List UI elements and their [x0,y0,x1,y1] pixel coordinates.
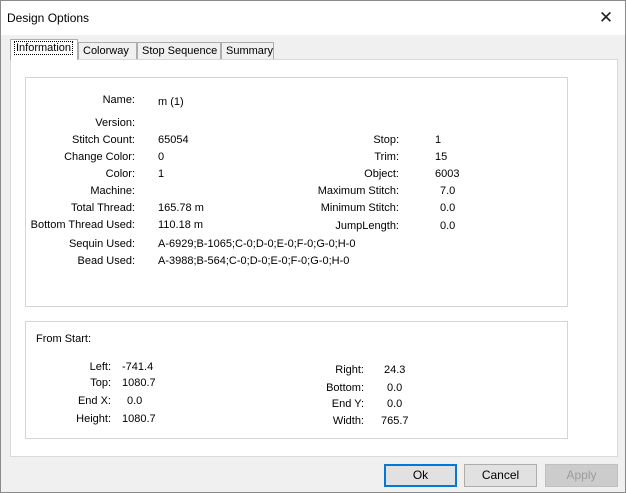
window-title: Design Options [7,11,90,25]
name-label: Name: [102,94,135,106]
information-panel: Name: m (1) Version: Stitch Count: 65054… [10,59,618,457]
top-value: 1080.7 [122,377,156,389]
left-label: Left: [89,361,111,373]
apply-button[interactable]: Apply [545,464,618,487]
tab-summary[interactable]: Summary [221,42,274,60]
object-label: Object: [364,168,399,180]
sequin-value: A-6929;B-1065;C-0;D-0;E-0;F-0;G-0;H-0 [158,238,356,250]
jump-length-label: JumpLength: [335,220,399,232]
bottom-value: 0.0 [387,382,403,394]
from-start-group: From Start: Left: -741.4 Top: 1080.7 End… [25,321,568,439]
top-label: Top: [90,377,111,389]
maximum-stitch-value: 7.0 [440,185,456,197]
trim-label: Trim: [374,151,399,163]
sequin-label: Sequin Used: [68,238,135,250]
machine-label: Machine: [90,185,135,197]
total-thread-value: 165.78 m [158,202,204,214]
maximum-stitch-label: Maximum Stitch: [317,185,399,197]
bottom-thread-value: 110.18 m [158,219,204,231]
change-color-value: 0 [158,151,165,163]
stitch-count-label: Stitch Count: [72,134,135,146]
jump-length-value: 0.0 [440,220,456,232]
color-label: Color: [105,168,135,180]
object-value: 6003 [435,168,460,180]
name-value: m (1) [158,96,184,108]
bead-label: Bead Used: [77,255,135,267]
right-label: Right: [335,364,364,376]
minimum-stitch-label: Minimum Stitch: [320,202,399,214]
width-value: 765.7 [381,415,409,427]
end-x-label: End X: [77,395,111,407]
height-value: 1080.7 [122,413,156,425]
tab-information[interactable]: Information [10,39,78,60]
minimum-stitch-value: 0.0 [440,202,456,214]
stitch-count-value: 65054 [158,134,189,146]
trim-value: 15 [435,151,448,163]
from-start-heading: From Start: [36,333,92,345]
bead-value: A-3988;B-564;C-0;D-0;E-0;F-0;G-0;H-0 [158,255,350,267]
bottom-label: Bottom: [326,382,364,394]
height-label: Height: [76,413,111,425]
end-y-label: End Y: [331,398,364,410]
title-bar[interactable]: Design Options ✕ [1,1,625,35]
bottom-thread-label: Bottom Thread Used: [30,219,135,231]
color-value: 1 [158,168,165,180]
change-color-label: Change Color: [64,151,135,163]
end-y-value: 0.0 [387,398,403,410]
version-label: Version: [95,117,135,129]
tab-colorway[interactable]: Colorway [78,42,137,60]
tab-stop-sequence[interactable]: Stop Sequence [137,42,221,60]
close-icon[interactable]: ✕ [595,7,617,29]
cancel-button[interactable]: Cancel [464,464,537,487]
stop-value: 1 [435,134,442,146]
ok-button[interactable]: Ok [384,464,457,487]
end-x-value: 0.0 [127,395,143,407]
design-options-dialog: Design Options ✕ Information Colorway St… [0,0,626,493]
right-value: 24.3 [384,364,406,376]
stop-label: Stop: [373,134,399,146]
left-value: -741.4 [122,361,154,373]
info-group: Name: m (1) Version: Stitch Count: 65054… [25,77,568,307]
width-label: Width: [332,415,364,427]
total-thread-label: Total Thread: [70,202,135,214]
